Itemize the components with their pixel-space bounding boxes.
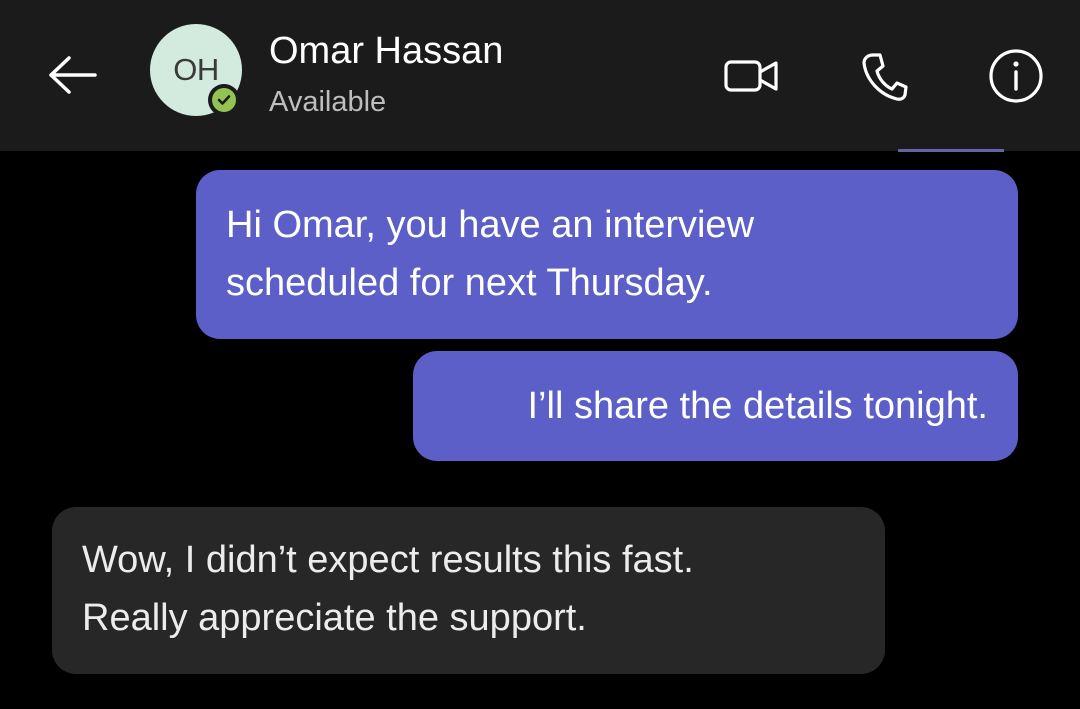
message-bubble-outgoing[interactable]: I’ll share the details tonight.: [413, 351, 1018, 461]
contact-name[interactable]: Omar Hassan: [269, 30, 503, 73]
message-text: scheduled for next Thursday.: [226, 262, 713, 304]
arrow-left-icon: [49, 56, 97, 94]
info-icon: [989, 49, 1043, 103]
phone-icon: [862, 53, 908, 101]
avatar-initials: OH: [173, 52, 219, 87]
chat-screen: OH Omar Hassan Available Hi Omar, you ha…: [0, 0, 1080, 709]
message-text: Wow, I didn’t expect results this fast.: [82, 539, 694, 581]
header-accent-line: [898, 149, 1004, 152]
available-check-icon: [212, 88, 236, 112]
presence-badge: [208, 84, 240, 116]
back-button[interactable]: [40, 48, 104, 102]
message-bubble-outgoing[interactable]: Hi Omar, you have an interview scheduled…: [196, 170, 1018, 339]
chat-header: OH Omar Hassan Available: [0, 0, 1080, 152]
message-text: I’ll share the details tonight.: [527, 385, 989, 427]
message-bubble-incoming[interactable]: Wow, I didn’t expect results this fast. …: [52, 507, 885, 674]
contact-status: Available: [269, 86, 387, 118]
audio-call-button[interactable]: [854, 46, 914, 106]
message-text: Really appreciate the support.: [82, 597, 587, 639]
message-text: Hi Omar, you have an interview: [226, 204, 755, 246]
video-call-button[interactable]: [722, 46, 782, 106]
info-button[interactable]: [986, 46, 1046, 106]
video-camera-icon: [724, 60, 778, 92]
